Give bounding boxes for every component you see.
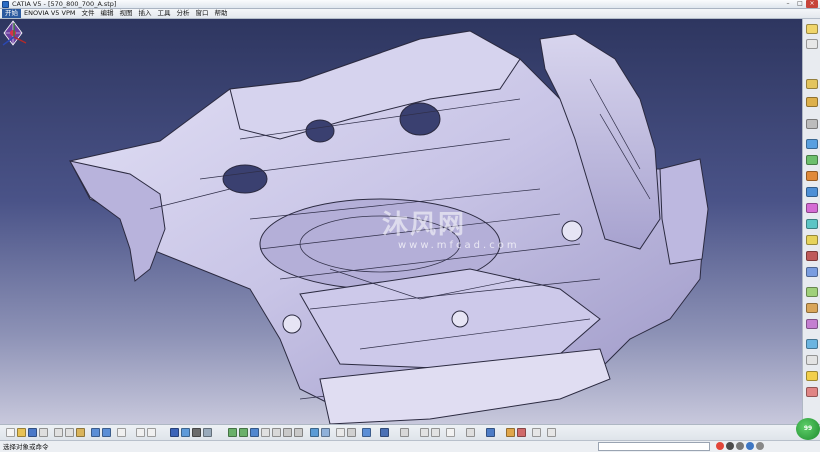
analysis-icon[interactable] — [806, 371, 818, 381]
window-controls: – □ × — [782, 0, 818, 9]
menu-enovia[interactable]: ENOVIA V5 VPM — [21, 9, 78, 18]
properties-icon[interactable] — [486, 428, 495, 437]
pattern-icon[interactable] — [806, 319, 818, 329]
notification-badge[interactable]: 99 — [796, 418, 820, 440]
menu-analysis[interactable]: 分析 — [173, 9, 192, 18]
menu-bar: 开始 ENOVIA V5 VPM 文件 编辑 视图 插入 工具 分析 窗口 帮助 — [0, 9, 820, 19]
command-input[interactable] — [598, 442, 710, 451]
menu-insert[interactable]: 插入 — [135, 9, 154, 18]
minimize-button[interactable]: – — [782, 0, 794, 8]
whats-this-icon[interactable] — [117, 428, 126, 437]
close-button[interactable]: × — [806, 0, 818, 8]
status-prompt: 选择对象或命令 — [3, 443, 49, 451]
title-bar: CATIA V5 - [570_800_700_A.stp] – □ × — [0, 0, 820, 9]
apply-material-icon[interactable] — [420, 428, 429, 437]
shell-icon[interactable] — [806, 267, 818, 277]
settings-icon[interactable] — [756, 442, 764, 450]
annotation-icon[interactable] — [806, 387, 818, 397]
zoom-in-icon[interactable] — [228, 428, 237, 437]
print-icon[interactable] — [39, 428, 48, 437]
rib-icon[interactable] — [806, 171, 818, 181]
normal-view-icon[interactable] — [250, 428, 259, 437]
bottom-toolbar — [0, 424, 820, 440]
render-icon[interactable] — [506, 428, 515, 437]
view-multi-icon[interactable] — [261, 428, 270, 437]
window-title: CATIA V5 - [570_800_700_A.stp] — [12, 0, 117, 8]
maximize-button[interactable]: □ — [794, 0, 806, 8]
front-view-icon[interactable] — [283, 428, 292, 437]
layer-icon[interactable] — [362, 428, 371, 437]
copy-icon[interactable] — [65, 428, 74, 437]
knowledge-icon[interactable] — [446, 428, 455, 437]
keyboard-icon[interactable] — [746, 442, 754, 450]
zoom-out-icon[interactable] — [239, 428, 248, 437]
paste-icon[interactable] — [76, 428, 85, 437]
shading-edges-icon[interactable] — [321, 428, 330, 437]
table-icon[interactable] — [532, 428, 541, 437]
open-icon[interactable] — [17, 428, 26, 437]
update-icon[interactable] — [466, 428, 475, 437]
shaft-icon[interactable] — [806, 139, 818, 149]
measure-between-icon[interactable] — [400, 428, 409, 437]
mirror-icon[interactable] — [806, 303, 818, 313]
select-icon[interactable] — [806, 39, 818, 49]
transform-icon[interactable] — [806, 339, 818, 349]
ime-icon[interactable] — [716, 442, 724, 450]
iso-view-icon[interactable] — [272, 428, 281, 437]
shading-icon[interactable] — [310, 428, 319, 437]
slot-icon[interactable] — [806, 187, 818, 197]
cut-icon[interactable] — [54, 428, 63, 437]
sketch-icon[interactable] — [806, 24, 818, 34]
menu-file[interactable]: 文件 — [78, 9, 97, 18]
pocket-icon[interactable] — [806, 97, 818, 107]
menu-edit[interactable]: 编辑 — [97, 9, 116, 18]
formula-icon[interactable] — [136, 428, 145, 437]
fit-all-icon[interactable] — [181, 428, 190, 437]
catalog-icon[interactable] — [380, 428, 389, 437]
system-tray — [716, 442, 764, 452]
menu-help[interactable]: 帮助 — [211, 9, 230, 18]
catia-app-icon — [2, 0, 9, 8]
top-view-icon[interactable] — [294, 428, 303, 437]
grid-icon[interactable] — [547, 428, 556, 437]
apply-color-icon[interactable] — [517, 428, 526, 437]
thickness-icon[interactable] — [806, 287, 818, 297]
groove-icon[interactable] — [806, 155, 818, 165]
swap-visible-icon[interactable] — [347, 428, 356, 437]
menu-window[interactable]: 窗口 — [192, 9, 211, 18]
pan-icon[interactable] — [192, 428, 201, 437]
axis-triad-icon — [2, 23, 27, 46]
right-toolbar — [802, 19, 820, 424]
save-icon[interactable] — [28, 428, 37, 437]
chamfer-icon[interactable] — [806, 235, 818, 245]
comment-icon[interactable] — [147, 428, 156, 437]
distance-icon[interactable] — [431, 428, 440, 437]
measure-icon[interactable] — [806, 355, 818, 365]
fly-mode-icon[interactable] — [170, 428, 179, 437]
watermark: 沐风网 www.mfcad.com — [330, 204, 530, 274]
3d-viewport[interactable]: 沐风网 www.mfcad.com — [0, 19, 802, 424]
watermark-sub: www.mfcad.com — [398, 240, 520, 251]
watermark-main: 沐风网 — [382, 210, 467, 240]
rotate-icon[interactable] — [203, 428, 212, 437]
menu-start[interactable]: 开始 — [2, 9, 21, 18]
pad-icon[interactable] — [806, 79, 818, 89]
fillet-icon[interactable] — [806, 219, 818, 229]
moon-icon[interactable] — [726, 442, 734, 450]
side-bracket-right — [659, 158, 709, 265]
hole-icon[interactable] — [806, 119, 818, 129]
redo-icon[interactable] — [102, 428, 111, 437]
mic-icon[interactable] — [736, 442, 744, 450]
menu-tools[interactable]: 工具 — [154, 9, 173, 18]
hide-show-icon[interactable] — [336, 428, 345, 437]
menu-view[interactable]: 视图 — [116, 9, 135, 18]
undo-icon[interactable] — [91, 428, 100, 437]
new-icon[interactable] — [6, 428, 15, 437]
draft-icon[interactable] — [806, 251, 818, 261]
loft-icon[interactable] — [806, 203, 818, 213]
status-bar: 选择对象或命令 — [0, 440, 820, 452]
